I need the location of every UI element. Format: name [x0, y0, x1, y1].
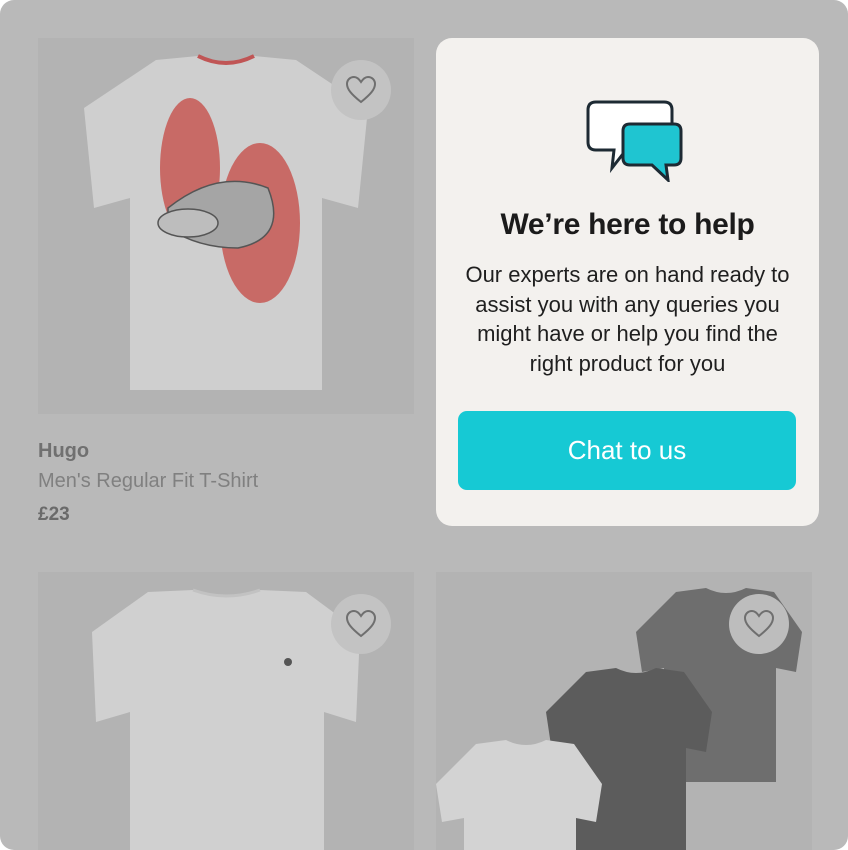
product-brand[interactable]: Hugo — [38, 436, 414, 466]
product-info[interactable]: Hugo Men's Regular Fit T-Shirt £23 — [38, 436, 414, 530]
favourite-button[interactable] — [331, 60, 391, 120]
heart-outline-icon — [345, 609, 377, 638]
product-image-tile[interactable] — [38, 38, 414, 414]
help-title: We’re here to help — [500, 208, 755, 241]
help-body: Our experts are on hand ready to assist … — [465, 262, 790, 376]
heart-outline-icon — [345, 75, 377, 104]
help-card: We’re here to help Our experts are on ha… — [436, 38, 819, 526]
favourite-button[interactable] — [331, 594, 391, 654]
chat-bubbles-icon — [586, 98, 684, 187]
product-image-tile[interactable] — [436, 572, 812, 850]
chat-to-us-button[interactable]: Chat to us — [458, 411, 796, 490]
product-name[interactable]: Men's Regular Fit T-Shirt — [38, 466, 414, 496]
heart-outline-icon — [743, 609, 775, 638]
favourite-button[interactable] — [729, 594, 789, 654]
product-listing-page: Hugo Men's Regular Fit T-Shirt £23 We’re… — [0, 0, 848, 850]
product-image-tile[interactable] — [38, 572, 414, 850]
product-price: £23 — [38, 504, 70, 525]
